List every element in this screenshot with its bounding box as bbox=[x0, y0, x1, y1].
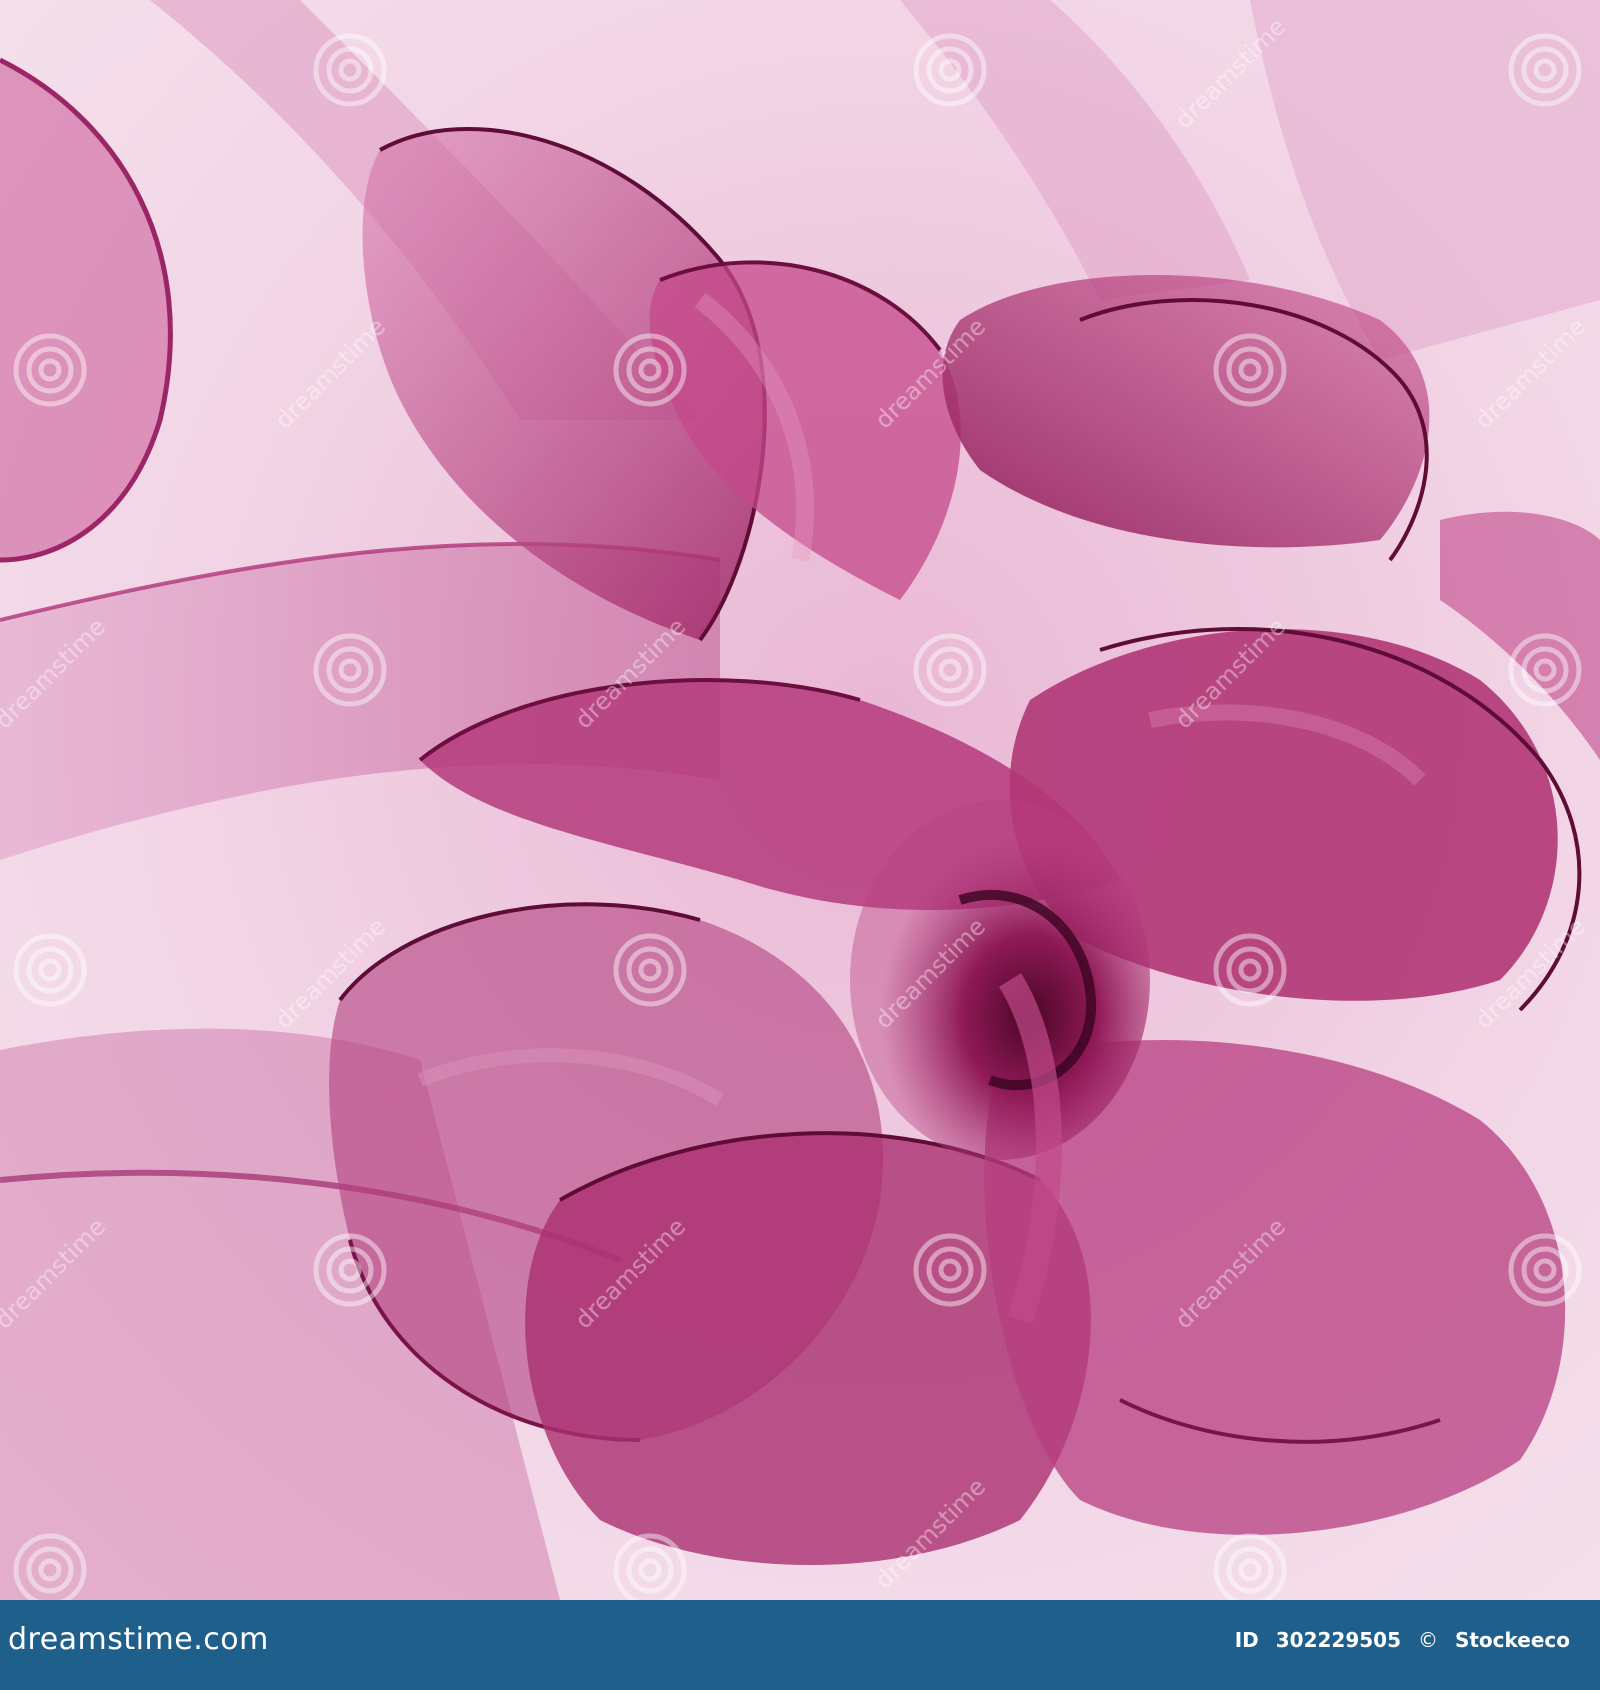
image-id-label: ID bbox=[1234, 1628, 1259, 1652]
image-meta: ID 302229505 © Stockeeco bbox=[1225, 1628, 1570, 1652]
fabric-photo: dreamstime dreamstime dreamstime dreamst… bbox=[0, 0, 1600, 1600]
author-name[interactable]: Stockeeco bbox=[1455, 1628, 1570, 1652]
copyright-icon: © bbox=[1417, 1628, 1438, 1652]
footer-bar: dreamstime.com ID 302229505 © Stockeeco bbox=[0, 1600, 1600, 1690]
image-id: 302229505 bbox=[1275, 1628, 1401, 1652]
stock-photo-page: dreamstime dreamstime dreamstime dreamst… bbox=[0, 0, 1600, 1690]
footer-brand[interactable]: dreamstime.com bbox=[8, 1622, 269, 1657]
